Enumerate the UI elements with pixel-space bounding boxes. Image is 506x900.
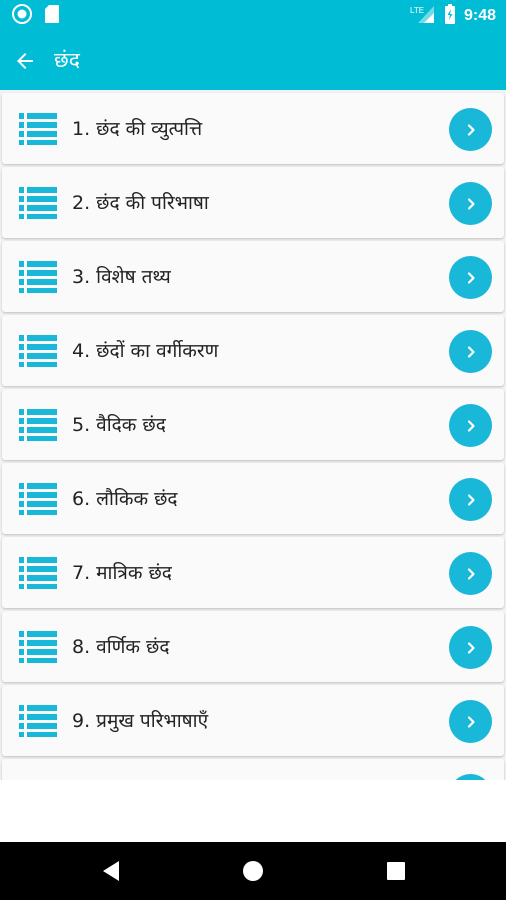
status-right: LTE 9:48 [410, 4, 496, 28]
recents-square-icon [387, 862, 405, 880]
chevron-right-icon [467, 493, 475, 506]
network-type-label: LTE [410, 6, 424, 15]
open-button[interactable] [449, 182, 492, 225]
app-bar: छंद [0, 32, 506, 90]
open-button[interactable] [449, 256, 492, 299]
status-bar: LTE 9:48 [0, 0, 506, 32]
list-item-label: 7. मात्रिक छंद [72, 562, 172, 584]
list-icon [19, 409, 57, 441]
list-item-label: 9. प्रमुख परिभाषाएँ [72, 710, 209, 732]
chevron-right-icon [467, 345, 475, 358]
open-button[interactable] [449, 478, 492, 521]
chevron-right-icon [467, 271, 475, 284]
list-item-label: 4. छंदों का वर्गीकरण [72, 340, 219, 362]
list-icon [19, 631, 57, 663]
list-icon [19, 335, 57, 367]
nav-home-button[interactable] [238, 856, 268, 886]
list-item[interactable]: 7. मात्रिक छंद [2, 537, 504, 608]
sd-card-icon [44, 4, 60, 28]
list-item[interactable]: 2. छंद की परिभाषा [2, 167, 504, 238]
list-icon [19, 705, 57, 737]
chevron-right-icon [467, 197, 475, 210]
open-button[interactable] [449, 108, 492, 151]
list-item[interactable]: 4. छंदों का वर्गीकरण [2, 315, 504, 386]
list-item-label: 6. लौकिक छंद [72, 488, 178, 510]
battery-icon [444, 4, 456, 28]
list-item-label: 1. छंद की व्युत्पत्ति [72, 118, 203, 140]
status-left [12, 4, 60, 28]
list-item-partial[interactable] [2, 759, 504, 780]
chevron-right-icon [467, 567, 475, 580]
list-icon [19, 557, 57, 589]
list-item-label: 5. वैदिक छंद [72, 414, 166, 436]
list-item-label: 3. विशेष तथ्य [72, 266, 171, 288]
open-button[interactable] [449, 330, 492, 373]
list-item[interactable]: 6. लौकिक छंद [2, 463, 504, 534]
chevron-right-icon [467, 419, 475, 432]
page-title: छंद [54, 48, 80, 72]
list-item[interactable]: 3. विशेष तथ्य [2, 241, 504, 312]
chevron-right-icon [467, 641, 475, 654]
list-item-label: 2. छंद की परिभाषा [72, 192, 209, 214]
system-nav-bar [0, 842, 506, 900]
open-button[interactable] [449, 626, 492, 669]
topic-list: 1. छंद की व्युत्पत्ति 2. छंद की परिभाषा … [0, 90, 506, 780]
status-time: 9:48 [463, 7, 496, 24]
home-circle-icon [243, 861, 263, 881]
nav-recents-button[interactable] [381, 856, 411, 886]
nav-back-button[interactable] [96, 856, 126, 886]
chevron-right-icon [467, 123, 475, 136]
bottom-blank-area [0, 780, 506, 842]
signal-icon: LTE [410, 4, 436, 28]
list-icon [19, 261, 57, 293]
back-triangle-icon [103, 861, 119, 881]
back-button[interactable] [8, 44, 42, 78]
list-icon [19, 483, 57, 515]
list-item[interactable]: 9. प्रमुख परिभाषाएँ [2, 685, 504, 756]
list-item[interactable]: 5. वैदिक छंद [2, 389, 504, 460]
open-button[interactable] [449, 552, 492, 595]
list-item-label: 8. वर्णिक छंद [72, 636, 170, 658]
list-item[interactable]: 8. वर्णिक छंद [2, 611, 504, 682]
list-item[interactable]: 1. छंद की व्युत्पत्ति [2, 93, 504, 164]
list-icon [19, 187, 57, 219]
open-button[interactable] [449, 700, 492, 743]
list-icon [19, 113, 57, 145]
circle-notification-icon [12, 4, 32, 28]
arrow-back-icon [17, 53, 33, 69]
chevron-right-icon [467, 715, 475, 728]
open-button[interactable] [449, 404, 492, 447]
